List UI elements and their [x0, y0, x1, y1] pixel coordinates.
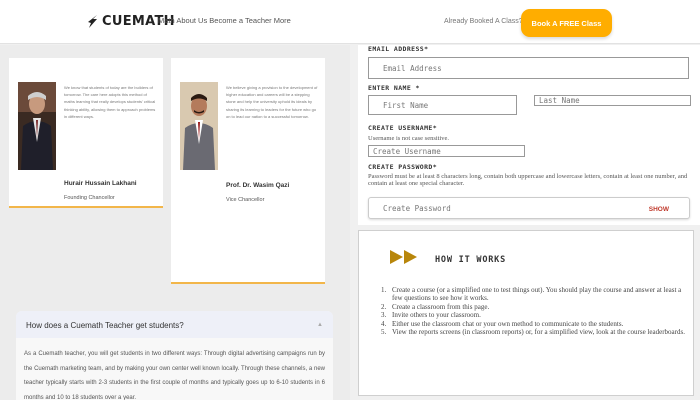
person-card: We know that students of today are the b…: [9, 58, 163, 208]
first-name-field[interactable]: First Name: [368, 95, 517, 115]
show-password-button[interactable]: SHOW: [649, 206, 669, 213]
person-role: Vice Chancellor: [226, 197, 265, 203]
username-hint: Username is not case sensitive.: [368, 135, 450, 142]
chevron-up-icon[interactable]: ▲: [317, 322, 323, 328]
person-name: Prof. Dr. Wasim Qazi: [226, 182, 290, 189]
person-quote: We know that students of today are the b…: [64, 85, 156, 119]
how-it-works-panel: HOW IT WORKS 1. Create a course (or a sim…: [358, 230, 694, 396]
password-field[interactable]: Create Password SHOW: [368, 197, 690, 219]
username-field[interactable]: Create Username: [368, 145, 525, 157]
list-item: 4. Either use the classroom chat or your …: [381, 319, 624, 328]
last-name-field[interactable]: Last Name: [534, 95, 691, 106]
list-item: 3. Invite others to your classroom.: [381, 311, 481, 320]
page: CUEMATH Math About Us Become a Teacher M…: [0, 0, 700, 400]
list-item: 2. Create a classroom from this page.: [381, 302, 490, 311]
person-photo: [180, 82, 218, 170]
faq-item: How does a Cuemath Teacher get students?…: [16, 311, 333, 400]
top-header: CUEMATH Math About Us Become a Teacher M…: [0, 0, 700, 44]
person-name: Hurair Hussain Lakhani: [64, 180, 137, 187]
how-it-works-steps: 1. Create a course (or a simplified one t…: [381, 286, 691, 337]
how-it-works-title: HOW IT WORKS: [435, 255, 507, 265]
list-item: 1. Create a course (or a simplified one t…: [381, 286, 682, 303]
password-hint: Password must be at least 8 characters l…: [368, 173, 688, 187]
person-photo: [18, 82, 56, 170]
already-booked-link[interactable]: Already Booked A Class?: [444, 18, 523, 25]
faq-question[interactable]: How does a Cuemath Teacher get students?…: [16, 311, 333, 338]
password-label: CREATE PASSWORD*: [368, 163, 438, 171]
signup-form: EMAIL ADDRESS* Email Address ENTER NAME …: [358, 45, 700, 225]
faq-answer: As a Cuemath teacher, you will get stude…: [24, 351, 325, 400]
person-role: Founding Chancellor: [64, 195, 115, 201]
faq-question-text: How does a Cuemath Teacher get students?: [26, 321, 184, 330]
rocket-icon: [88, 14, 97, 28]
email-field[interactable]: Email Address: [368, 57, 689, 79]
name-label: ENTER NAME *: [368, 84, 420, 92]
fast-forward-icon: [390, 250, 417, 264]
person-card: We believe giving a provision to the dev…: [171, 58, 325, 284]
username-label: CREATE USERNAME*: [368, 124, 438, 132]
password-placeholder: Create Password: [383, 203, 451, 213]
email-label: EMAIL ADDRESS*: [368, 45, 429, 53]
person-quote: We believe giving a provision to the dev…: [226, 85, 318, 119]
list-item: 5. View the reports screens (in classroom…: [381, 328, 685, 337]
nav-links[interactable]: Math About Us Become a Teacher More: [158, 16, 291, 25]
book-free-class-button[interactable]: Book A FREE Class: [521, 9, 612, 37]
